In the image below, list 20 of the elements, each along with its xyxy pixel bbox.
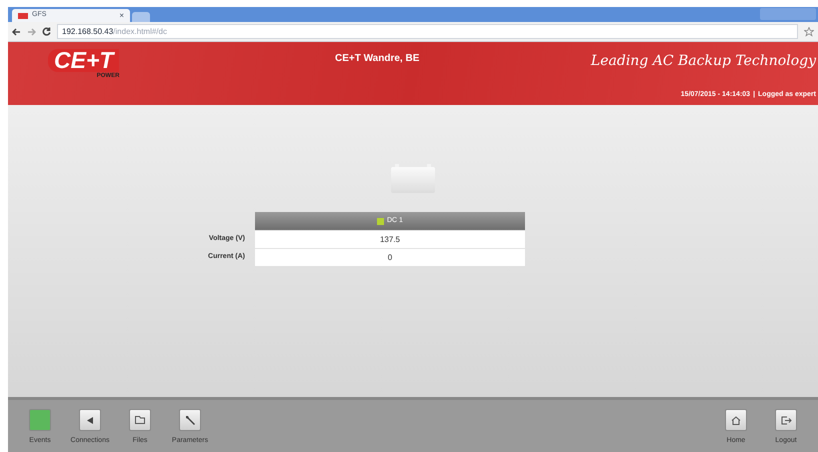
play-icon: [87, 416, 93, 424]
reload-icon[interactable]: [42, 27, 51, 36]
files-button[interactable]: [129, 409, 151, 431]
logout-icon: [780, 416, 792, 424]
home-button[interactable]: [725, 409, 747, 431]
address-field[interactable]: 192.168.50.43/index.html#/dc: [57, 24, 798, 39]
folder-icon: [135, 416, 145, 424]
back-icon[interactable]: [12, 28, 21, 36]
favicon-icon: [18, 12, 28, 18]
site-name: CE+T Wandre, BE: [335, 52, 420, 66]
parameters-button[interactable]: [179, 409, 201, 431]
star-icon[interactable]: [804, 26, 814, 36]
table-cell: 137.5: [254, 231, 525, 248]
home-icon: [731, 416, 741, 424]
close-icon[interactable]: ×: [119, 10, 124, 22]
tagline: Leading AC Backup Technology: [590, 52, 816, 71]
battery-icon: [391, 167, 435, 193]
table-cell: 0: [254, 249, 525, 266]
connections-button[interactable]: [79, 409, 101, 431]
logout-button[interactable]: [775, 409, 797, 431]
